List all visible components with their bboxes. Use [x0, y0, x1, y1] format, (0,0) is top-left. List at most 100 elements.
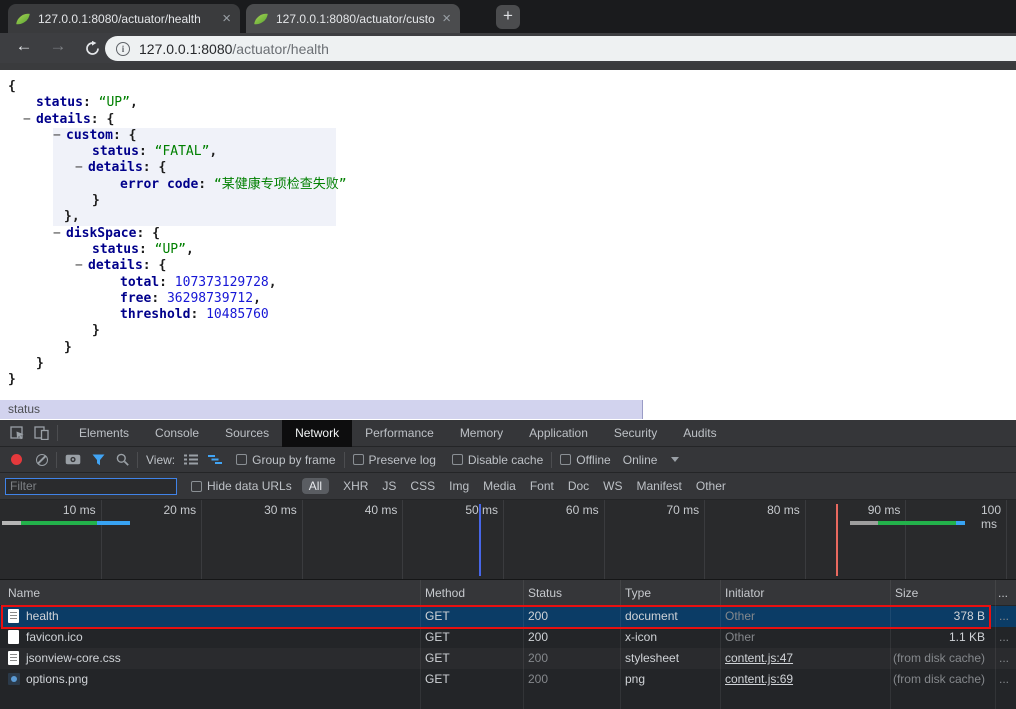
capture-screenshots-icon[interactable] — [65, 454, 81, 465]
filter-type-css[interactable]: CSS — [410, 479, 435, 493]
devtools-tab-elements[interactable]: Elements — [66, 420, 142, 447]
disable-cache-label[interactable]: Disable cache — [468, 453, 543, 467]
devtools-tab-network[interactable]: Network — [282, 420, 352, 447]
address-bar[interactable]: i 127.0.0.1:8080/actuator/health — [105, 36, 1016, 61]
filter-type-all[interactable]: All — [302, 478, 329, 494]
clear-icon[interactable] — [36, 454, 48, 466]
request-name[interactable]: favicon.ico — [26, 630, 83, 644]
request-name[interactable]: jsonview-core.css — [26, 651, 121, 665]
new-tab-button[interactable]: + — [496, 5, 520, 29]
hide-data-urls-label[interactable]: Hide data URLs — [207, 479, 292, 493]
close-icon[interactable]: × — [442, 12, 451, 26]
filter-type-manifest[interactable]: Manifest — [637, 479, 682, 493]
json-key: diskSpace — [66, 226, 136, 241]
json-line: −custom: { — [53, 128, 336, 144]
throttling-select[interactable]: Online — [623, 453, 658, 467]
column-header-method[interactable]: Method — [425, 586, 465, 600]
collapse-toggle-icon[interactable]: − — [53, 226, 66, 242]
json-punctuation: { — [8, 79, 16, 94]
filter-type-media[interactable]: Media — [483, 479, 516, 493]
request-more[interactable]: ... — [999, 630, 1009, 644]
column-header-name[interactable]: Name — [8, 586, 40, 600]
column-header-size[interactable]: Size — [895, 586, 918, 600]
column-header-[interactable]: ... — [998, 586, 1008, 600]
devtools-tab-performance[interactable]: Performance — [352, 420, 447, 447]
filter-type-img[interactable]: Img — [449, 479, 469, 493]
filter-type-other[interactable]: Other — [696, 479, 726, 493]
devtools-tab-security[interactable]: Security — [601, 420, 670, 447]
collapse-toggle-icon[interactable]: − — [75, 160, 88, 176]
group-by-frame-checkbox[interactable] — [236, 454, 247, 465]
request-more[interactable]: ... — [999, 609, 1009, 623]
disable-cache-checkbox[interactable] — [452, 454, 463, 465]
preserve-log-checkbox[interactable] — [353, 454, 364, 465]
request-type: png — [625, 672, 645, 686]
devtools-tab-audits[interactable]: Audits — [670, 420, 729, 447]
device-toolbar-icon[interactable] — [34, 426, 49, 440]
request-more[interactable]: ... — [999, 651, 1009, 665]
close-icon[interactable]: × — [222, 12, 231, 26]
filter-type-xhr[interactable]: XHR — [343, 479, 368, 493]
load-marker — [836, 504, 838, 576]
filter-funnel-icon[interactable] — [92, 454, 105, 466]
filter-type-font[interactable]: Font — [530, 479, 554, 493]
json-line: status: “FATAL”, — [53, 144, 336, 160]
forward-button: → — [46, 36, 70, 56]
request-name[interactable]: options.png — [26, 672, 88, 686]
preserve-log-label[interactable]: Preserve log — [369, 453, 436, 467]
json-line: error code: “某健康专项检查失败” — [53, 177, 336, 193]
back-button[interactable]: ← — [12, 36, 36, 56]
request-row-health[interactable]: healthGET200documentOther378 B... — [0, 606, 1016, 627]
timeline-gridline — [604, 500, 605, 579]
json-key: status — [36, 95, 83, 110]
network-overview-timeline[interactable]: 10 ms20 ms30 ms40 ms50 ms60 ms70 ms80 ms… — [0, 500, 1016, 580]
offline-label[interactable]: Offline — [576, 453, 610, 467]
filter-type-ws[interactable]: WS — [603, 479, 622, 493]
show-overview-icon[interactable] — [208, 454, 222, 465]
filter-type-doc[interactable]: Doc — [568, 479, 589, 493]
request-size: (from disk cache) — [893, 651, 985, 665]
json-line: −details: { — [0, 112, 1016, 128]
use-large-rows-icon[interactable] — [184, 454, 198, 465]
chevron-down-icon[interactable] — [671, 457, 679, 462]
request-initiator[interactable]: content.js:69 — [725, 672, 793, 686]
devtools-tab-memory[interactable]: Memory — [447, 420, 516, 447]
request-row-favicon.ico[interactable]: favicon.icoGET200x-iconOther1.1 KB... — [0, 627, 1016, 648]
network-filter-input[interactable] — [5, 478, 177, 495]
json-punctuation: , — [130, 95, 138, 110]
devtools-tab-console[interactable]: Console — [142, 420, 212, 447]
request-initiator[interactable]: content.js:47 — [725, 651, 793, 665]
column-header-status[interactable]: Status — [528, 586, 562, 600]
search-icon[interactable] — [116, 453, 129, 466]
reload-button[interactable] — [80, 41, 104, 61]
filter-type-js[interactable]: JS — [382, 479, 396, 493]
collapse-toggle-icon[interactable]: − — [75, 258, 88, 274]
devtools-tab-application[interactable]: Application — [516, 420, 601, 447]
timeline-tick-label: 40 ms — [365, 503, 398, 517]
json-punctuation: : { — [136, 226, 159, 241]
collapse-toggle-icon[interactable]: − — [23, 112, 36, 128]
column-header-initiator[interactable]: Initiator — [725, 586, 764, 600]
request-initiator: Other — [725, 609, 755, 623]
timeline-gridline — [302, 500, 303, 579]
page-info-icon[interactable]: i — [116, 42, 130, 56]
collapse-toggle-icon[interactable]: − — [53, 128, 66, 144]
inspect-element-icon[interactable] — [10, 426, 25, 440]
json-key: details — [36, 112, 91, 127]
request-name[interactable]: health — [26, 609, 59, 623]
request-row-jsonview-core.css[interactable]: jsonview-core.cssGET200stylesheetcontent… — [0, 648, 1016, 669]
json-punctuation: : { — [143, 160, 166, 175]
devtools-tab-sources[interactable]: Sources — [212, 420, 282, 447]
json-line: free: 36298739712, — [0, 291, 1016, 307]
offline-checkbox[interactable] — [560, 454, 571, 465]
column-header-type[interactable]: Type — [625, 586, 651, 600]
tab-health[interactable]: 127.0.0.1:8080/actuator/health × — [8, 4, 240, 33]
tab-custom[interactable]: 127.0.0.1:8080/actuator/custo × — [246, 4, 460, 33]
request-more[interactable]: ... — [999, 672, 1009, 686]
record-button[interactable] — [11, 454, 22, 465]
group-by-frame-label[interactable]: Group by frame — [252, 453, 335, 467]
json-number-value: 107373129728 — [175, 275, 269, 290]
hide-data-urls-checkbox[interactable] — [191, 481, 202, 492]
request-row-options.png[interactable]: options.pngGET200pngcontent.js:69(from d… — [0, 669, 1016, 690]
devtools-tabbar: ElementsConsoleSourcesNetworkPerformance… — [0, 420, 1016, 447]
